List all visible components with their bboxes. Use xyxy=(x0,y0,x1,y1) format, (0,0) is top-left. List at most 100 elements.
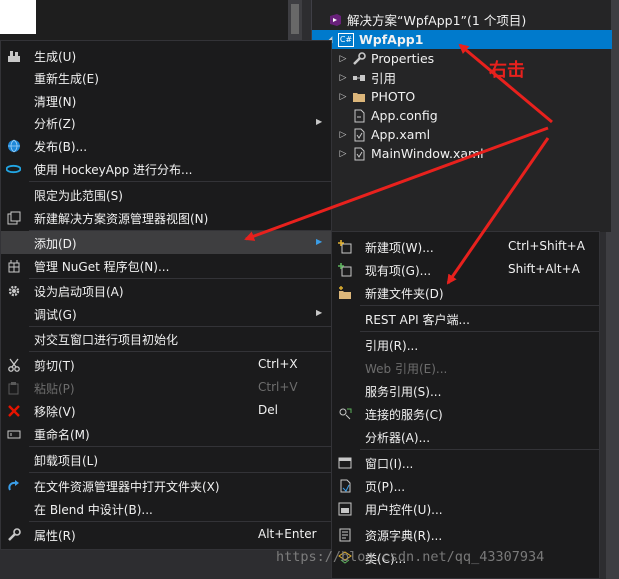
menu-item-init-interactive[interactable]: 对交互窗口进行项目初始化 xyxy=(1,327,333,350)
menu-item-label: 调试(G) xyxy=(34,308,77,322)
csharp-project-icon: C# xyxy=(338,32,354,47)
right-click-annotation: 右击 xyxy=(489,60,525,81)
submenu-item-new-item[interactable]: 新建项(W)... Ctrl+Shift+A xyxy=(332,235,601,258)
menu-item-debug[interactable]: 调试(G) ▶ xyxy=(1,302,333,325)
menu-item-label: 生成(U) xyxy=(34,50,77,64)
menu-item-properties[interactable]: 属性(R) Alt+Enter xyxy=(1,523,333,546)
menu-item-label: REST API 客户端... xyxy=(365,313,470,327)
tree-node-app-config[interactable]: App.config xyxy=(312,106,612,125)
menu-item-label: 服务引用(S)... xyxy=(365,385,442,399)
tree-node-references[interactable]: ▷ 引用 xyxy=(312,68,612,87)
submenu-item-service-reference[interactable]: 服务引用(S)... xyxy=(332,379,601,402)
menu-item-label: 现有项(G)... xyxy=(365,264,432,278)
menu-separator xyxy=(29,446,331,447)
tree-node-photo[interactable]: ▷ PHOTO xyxy=(312,87,612,106)
menu-item-set-startup[interactable]: 设为启动项目(A) xyxy=(1,279,333,302)
wrench-icon xyxy=(6,527,21,542)
menu-separator xyxy=(360,305,599,306)
expand-triangle-icon[interactable]: ▷ xyxy=(338,92,348,102)
menu-item-design-in-blend[interactable]: 在 Blend 中设计(B)... xyxy=(1,497,333,520)
expand-triangle-icon[interactable]: ▷ xyxy=(338,130,348,140)
menu-item-label: 新建解决方案资源管理器视图(N) xyxy=(34,212,209,226)
submenu-item-connected-service[interactable]: 连接的服务(C) xyxy=(332,402,601,425)
submenu-item-rest-api-client[interactable]: REST API 客户端... xyxy=(332,307,601,330)
folder-icon xyxy=(352,90,366,104)
menu-item-label: 重命名(M) xyxy=(34,428,90,442)
submenu-item-resource-dictionary[interactable]: 资源字典(R)... xyxy=(332,523,601,546)
menu-item-label: 使用 HockeyApp 进行分布... xyxy=(34,163,193,177)
submenu-item-new-folder[interactable]: 新建文件夹(D) xyxy=(332,281,601,304)
menu-item-hockeyapp[interactable]: 使用 HockeyApp 进行分布... xyxy=(1,157,333,180)
menu-item-paste[interactable]: 粘贴(P) Ctrl+V xyxy=(1,376,333,399)
submenu-item-reference[interactable]: 引用(R)... xyxy=(332,333,601,356)
menu-item-label: 在文件资源管理器中打开文件夹(X) xyxy=(34,480,220,494)
menu-item-rename[interactable]: 重命名(M) xyxy=(1,422,333,445)
tree-node-label: MainWindow.xaml xyxy=(371,146,484,161)
config-file-icon xyxy=(352,109,366,123)
menu-item-label: 在 Blend 中设计(B)... xyxy=(34,503,153,517)
gear-icon xyxy=(6,283,21,298)
menu-item-clean[interactable]: 清理(N) xyxy=(1,89,333,112)
close-icon xyxy=(6,403,21,418)
shortcut-label: Shift+Alt+A xyxy=(508,262,580,276)
project-context-menu: 生成(U) 重新生成(E) 清理(N) 分析(Z) ▶ 发布(B)... 使用 … xyxy=(0,40,332,550)
menu-item-label: Web 引用(E)... xyxy=(365,362,448,376)
tree-node-app-xaml[interactable]: ▷ App.xaml xyxy=(312,125,612,144)
watermark: https://blog.csdn.net/qq_43307934 xyxy=(276,549,545,565)
menu-item-label: 剪切(T) xyxy=(34,359,75,373)
tree-node-mainwindow-xaml[interactable]: ▷ MainWindow.xaml xyxy=(312,144,612,163)
expand-triangle-icon[interactable]: ▷ xyxy=(338,149,348,159)
menu-separator xyxy=(29,351,331,352)
resource-dictionary-icon xyxy=(337,527,352,542)
menu-item-remove[interactable]: 移除(V) Del xyxy=(1,399,333,422)
menu-item-label: 限定为此范围(S) xyxy=(34,189,123,203)
menu-item-analyze[interactable]: 分析(Z) ▶ xyxy=(1,111,333,134)
menu-item-label: 对交互窗口进行项目初始化 xyxy=(34,333,179,347)
menu-item-add[interactable]: 添加(D) ▶ xyxy=(1,231,331,254)
editor-scrollbar-thumb[interactable] xyxy=(291,4,299,34)
shortcut-label: Ctrl+V xyxy=(258,380,298,394)
globe-icon xyxy=(6,138,21,153)
submenu-item-analyzer[interactable]: 分析器(A)... xyxy=(332,425,601,448)
menu-item-rebuild[interactable]: 重新生成(E) xyxy=(1,66,333,89)
shortcut-label: Ctrl+Shift+A xyxy=(508,239,585,253)
menu-item-manage-nuget[interactable]: 管理 NuGet 程序包(N)... xyxy=(1,254,333,277)
solution-node[interactable]: 解决方案“WpfApp1”(1 个项目) xyxy=(312,10,612,29)
submenu-item-page[interactable]: 页(P)... xyxy=(332,474,601,497)
menu-item-new-explorer-view[interactable]: 新建解决方案资源管理器视图(N) xyxy=(1,206,333,229)
submenu-item-existing-item[interactable]: 现有项(G)... Shift+Alt+A xyxy=(332,258,601,281)
new-item-icon xyxy=(337,239,352,254)
menu-item-build[interactable]: 生成(U) xyxy=(1,44,333,67)
build-icon xyxy=(6,48,21,63)
menu-item-cut[interactable]: 剪切(T) Ctrl+X xyxy=(1,353,333,376)
submenu-item-user-control[interactable]: 用户控件(U)... xyxy=(332,497,601,520)
rename-icon xyxy=(6,426,21,441)
expand-triangle-icon[interactable]: ▷ xyxy=(338,54,348,64)
menu-item-scope-to-this[interactable]: 限定为此范围(S) xyxy=(1,183,333,206)
menu-item-label: 新建项(W)... xyxy=(365,241,434,255)
menu-separator xyxy=(29,521,331,522)
menu-separator xyxy=(360,331,599,332)
menu-separator xyxy=(360,449,599,450)
project-node[interactable]: ◢ C# WpfApp1 xyxy=(312,30,612,49)
submenu-item-window[interactable]: 窗口(I)... xyxy=(332,451,601,474)
expand-triangle-icon[interactable]: ▷ xyxy=(338,73,348,83)
user-control-icon xyxy=(337,501,352,516)
menu-item-label: 连接的服务(C) xyxy=(365,408,443,422)
menu-item-label: 添加(D) xyxy=(34,237,77,251)
menu-item-publish[interactable]: 发布(B)... xyxy=(1,134,333,157)
scissors-icon xyxy=(6,357,21,372)
tree-node-properties[interactable]: ▷ Properties xyxy=(312,49,612,68)
submenu-arrow-icon: ▶ xyxy=(316,117,323,126)
menu-item-label: 清理(N) xyxy=(34,95,77,109)
paste-icon xyxy=(6,380,21,395)
menu-item-unload-project[interactable]: 卸载项目(L) xyxy=(1,448,333,471)
tree-node-label: 引用 xyxy=(371,71,397,86)
xaml-file-icon xyxy=(352,128,366,142)
menu-separator xyxy=(29,181,331,182)
menu-item-open-folder[interactable]: 在文件资源管理器中打开文件夹(X) xyxy=(1,474,333,497)
shortcut-label: Del xyxy=(258,403,278,417)
submenu-item-web-reference[interactable]: Web 引用(E)... xyxy=(332,356,601,379)
menu-item-label: 分析(Z) xyxy=(34,117,76,131)
menu-item-label: 窗口(I)... xyxy=(365,457,414,471)
